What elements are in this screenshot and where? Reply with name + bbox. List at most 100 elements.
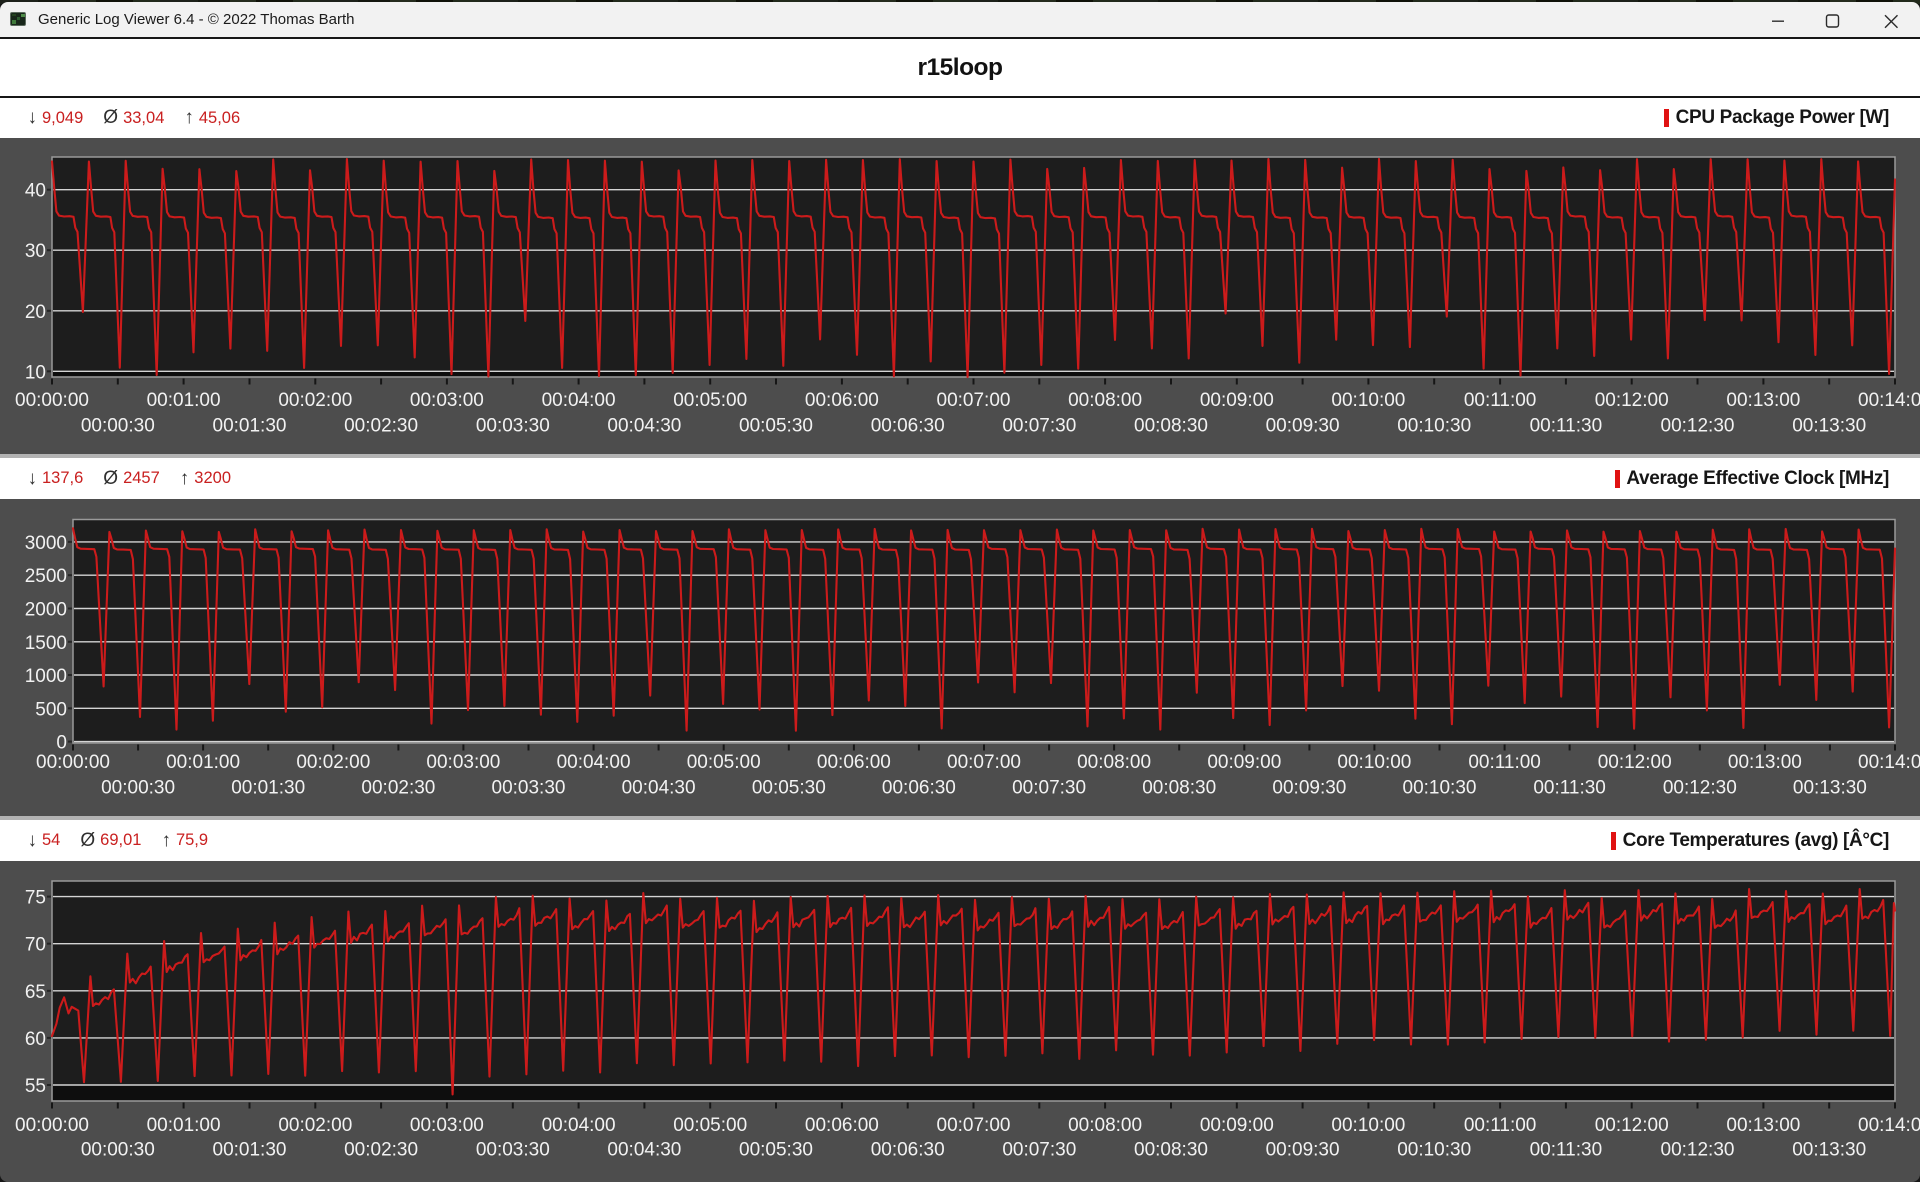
svg-text:20: 20 <box>25 302 46 323</box>
svg-text:00:14:00: 00:14:00 <box>1858 752 1920 773</box>
svg-text:1500: 1500 <box>25 633 67 654</box>
svg-text:0: 0 <box>56 733 67 754</box>
svg-text:00:01:00: 00:01:00 <box>166 752 240 773</box>
svg-text:00:10:30: 00:10:30 <box>1397 416 1471 437</box>
svg-text:00:07:00: 00:07:00 <box>937 1115 1011 1136</box>
svg-text:00:13:30: 00:13:30 <box>1793 778 1867 799</box>
svg-text:70: 70 <box>25 935 46 956</box>
svg-text:00:00:30: 00:00:30 <box>81 1140 155 1161</box>
svg-text:00:12:00: 00:12:00 <box>1598 752 1672 773</box>
svg-text:00:12:30: 00:12:30 <box>1661 1140 1735 1161</box>
svg-text:00:03:30: 00:03:30 <box>492 778 566 799</box>
svg-text:00:09:30: 00:09:30 <box>1266 1140 1340 1161</box>
svg-text:00:04:30: 00:04:30 <box>607 1140 681 1161</box>
svg-text:00:03:30: 00:03:30 <box>476 1140 550 1161</box>
svg-text:00:10:00: 00:10:00 <box>1331 390 1405 411</box>
svg-text:00:12:00: 00:12:00 <box>1595 1115 1669 1136</box>
svg-text:65: 65 <box>25 982 46 1003</box>
svg-text:00:04:00: 00:04:00 <box>542 1115 616 1136</box>
svg-text:00:08:30: 00:08:30 <box>1134 416 1208 437</box>
svg-text:00:06:30: 00:06:30 <box>871 416 945 437</box>
svg-text:00:00:00: 00:00:00 <box>15 390 89 411</box>
svg-text:2500: 2500 <box>25 566 67 587</box>
svg-text:00:12:30: 00:12:30 <box>1663 778 1737 799</box>
svg-text:00:13:30: 00:13:30 <box>1792 416 1866 437</box>
svg-text:00:09:00: 00:09:00 <box>1200 390 1274 411</box>
svg-text:00:06:30: 00:06:30 <box>871 1140 945 1161</box>
svg-text:00:10:00: 00:10:00 <box>1331 1115 1405 1136</box>
svg-text:00:03:30: 00:03:30 <box>476 416 550 437</box>
svg-text:55: 55 <box>25 1076 46 1097</box>
svg-text:00:09:00: 00:09:00 <box>1200 1115 1274 1136</box>
svg-text:00:05:30: 00:05:30 <box>739 1140 813 1161</box>
svg-text:75: 75 <box>25 888 46 909</box>
svg-text:00:04:00: 00:04:00 <box>557 752 631 773</box>
svg-text:00:06:00: 00:06:00 <box>817 752 891 773</box>
svg-text:00:13:00: 00:13:00 <box>1728 752 1802 773</box>
svg-text:00:07:30: 00:07:30 <box>1002 1140 1076 1161</box>
svg-text:00:12:30: 00:12:30 <box>1661 416 1735 437</box>
svg-text:00:06:00: 00:06:00 <box>805 390 879 411</box>
svg-text:1000: 1000 <box>25 666 67 687</box>
svg-text:00:10:30: 00:10:30 <box>1397 1140 1471 1161</box>
svg-text:00:11:00: 00:11:00 <box>1468 752 1541 773</box>
svg-text:00:02:30: 00:02:30 <box>361 778 435 799</box>
svg-text:00:11:00: 00:11:00 <box>1464 1115 1537 1136</box>
svg-text:00:06:30: 00:06:30 <box>882 778 956 799</box>
svg-text:00:04:30: 00:04:30 <box>607 416 681 437</box>
svg-text:00:09:30: 00:09:30 <box>1272 778 1346 799</box>
svg-text:00:01:30: 00:01:30 <box>231 778 305 799</box>
svg-text:00:08:00: 00:08:00 <box>1068 390 1142 411</box>
svg-text:00:03:00: 00:03:00 <box>426 752 500 773</box>
svg-text:00:11:30: 00:11:30 <box>1530 1140 1603 1161</box>
svg-text:00:02:00: 00:02:00 <box>296 752 370 773</box>
svg-text:00:08:30: 00:08:30 <box>1134 1140 1208 1161</box>
svg-text:00:07:00: 00:07:00 <box>947 752 1021 773</box>
svg-text:00:00:00: 00:00:00 <box>36 752 110 773</box>
svg-text:00:13:00: 00:13:00 <box>1726 390 1800 411</box>
svg-text:00:05:30: 00:05:30 <box>752 778 826 799</box>
svg-text:00:02:30: 00:02:30 <box>344 416 418 437</box>
svg-text:00:02:00: 00:02:00 <box>278 390 352 411</box>
svg-text:00:09:30: 00:09:30 <box>1266 416 1340 437</box>
svg-text:00:03:00: 00:03:00 <box>410 1115 484 1136</box>
svg-text:00:04:00: 00:04:00 <box>542 390 616 411</box>
svg-text:00:07:30: 00:07:30 <box>1012 778 1086 799</box>
svg-text:00:08:30: 00:08:30 <box>1142 778 1216 799</box>
svg-text:00:07:30: 00:07:30 <box>1002 416 1076 437</box>
svg-text:00:00:30: 00:00:30 <box>81 416 155 437</box>
svg-text:00:01:30: 00:01:30 <box>213 416 287 437</box>
svg-text:00:14:00: 00:14:00 <box>1858 390 1920 411</box>
svg-text:00:05:00: 00:05:00 <box>673 390 747 411</box>
svg-text:00:05:00: 00:05:00 <box>687 752 761 773</box>
svg-text:00:13:30: 00:13:30 <box>1792 1140 1866 1161</box>
svg-text:10: 10 <box>25 362 46 383</box>
svg-text:500: 500 <box>35 699 67 720</box>
svg-text:00:00:30: 00:00:30 <box>101 778 175 799</box>
svg-text:00:14:00: 00:14:00 <box>1858 1115 1920 1136</box>
svg-text:00:11:30: 00:11:30 <box>1533 778 1606 799</box>
svg-text:00:08:00: 00:08:00 <box>1068 1115 1142 1136</box>
svg-text:00:02:30: 00:02:30 <box>344 1140 418 1161</box>
svg-text:00:04:30: 00:04:30 <box>622 778 696 799</box>
svg-text:00:03:00: 00:03:00 <box>410 390 484 411</box>
svg-text:00:10:30: 00:10:30 <box>1403 778 1477 799</box>
svg-text:2000: 2000 <box>25 600 67 621</box>
svg-text:30: 30 <box>25 241 46 262</box>
svg-text:00:11:00: 00:11:00 <box>1464 390 1537 411</box>
svg-text:00:02:00: 00:02:00 <box>278 1115 352 1136</box>
svg-text:00:11:30: 00:11:30 <box>1530 416 1603 437</box>
svg-text:00:01:30: 00:01:30 <box>213 1140 287 1161</box>
svg-text:60: 60 <box>25 1029 46 1050</box>
svg-text:00:08:00: 00:08:00 <box>1077 752 1151 773</box>
svg-text:00:06:00: 00:06:00 <box>805 1115 879 1136</box>
svg-text:00:09:00: 00:09:00 <box>1207 752 1281 773</box>
svg-text:00:05:30: 00:05:30 <box>739 416 813 437</box>
svg-text:00:07:00: 00:07:00 <box>937 390 1011 411</box>
svg-text:00:13:00: 00:13:00 <box>1726 1115 1800 1136</box>
svg-text:00:01:00: 00:01:00 <box>147 1115 221 1136</box>
svg-text:40: 40 <box>25 181 46 202</box>
svg-text:00:05:00: 00:05:00 <box>673 1115 747 1136</box>
svg-text:3000: 3000 <box>25 533 67 554</box>
svg-text:00:10:00: 00:10:00 <box>1337 752 1411 773</box>
